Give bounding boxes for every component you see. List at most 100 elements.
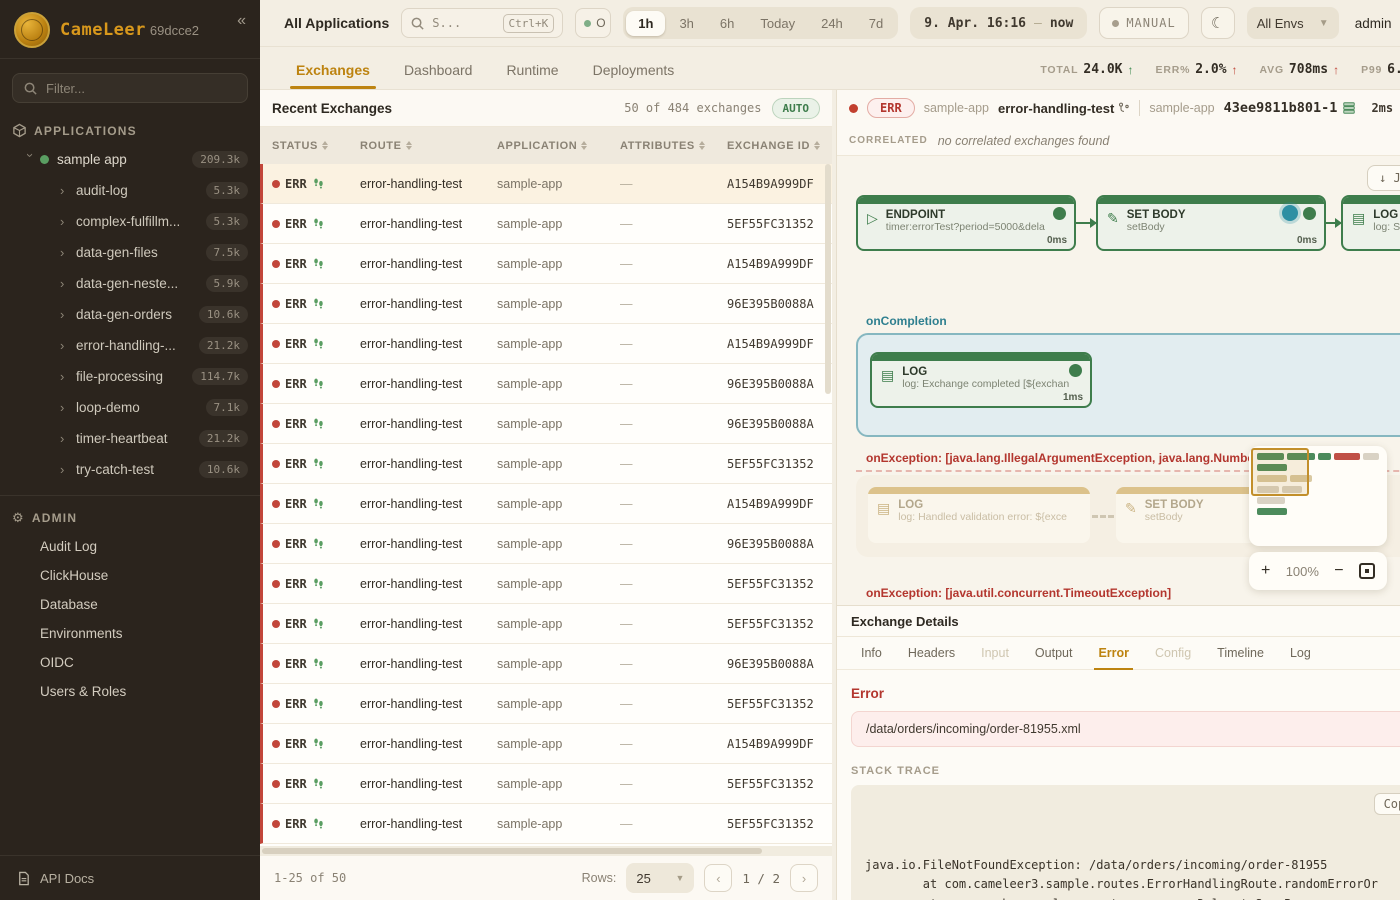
chevron-right-icon[interactable]: ›	[60, 338, 76, 353]
table-row[interactable]: ERR error-handling-test sample-app — 5EF…	[260, 444, 832, 484]
node-set-body[interactable]: ✎ SET BODY setBody 0ms	[1096, 195, 1326, 251]
filter-input[interactable]: Filter...	[12, 73, 248, 103]
chevron-right-icon[interactable]: ›	[60, 183, 76, 198]
exchange-id[interactable]: 43ee9811b801-1	[1224, 100, 1357, 116]
time-range-3h[interactable]: 3h	[667, 11, 705, 36]
manual-refresh-button[interactable]: MANUAL	[1099, 7, 1188, 39]
sidebar-item-route[interactable]: › file-processing 114.7k	[0, 361, 260, 392]
table-row[interactable]: ERR error-handling-test sample-app — 5EF…	[260, 764, 832, 804]
chevron-right-icon[interactable]: ›	[60, 369, 76, 384]
node-endpoint[interactable]: ▷ ENDPOINT timer:errorTest?period=5000&d…	[856, 195, 1076, 251]
chevron-right-icon[interactable]: ›	[60, 462, 76, 477]
fit-view-button[interactable]	[1359, 563, 1375, 579]
sidebar-item-route[interactable]: › complex-fulfillm... 5.3k	[0, 206, 260, 237]
sidebar-item-sample-app[interactable]: › sample app 209.3k	[0, 144, 260, 175]
table-row[interactable]: ERR error-handling-test sample-app — 5EF…	[260, 684, 832, 724]
details-tab-error[interactable]: Error	[1098, 637, 1129, 670]
sidebar-item-admin[interactable]: Audit Log	[0, 532, 260, 561]
sort-icon[interactable]	[814, 141, 820, 150]
sidebar-item-route[interactable]: › error-handling-... 21.2k	[0, 330, 260, 361]
node-completion-log[interactable]: ▤ LOG log: Exchange completed [${exchan …	[870, 352, 1092, 408]
sidebar-item-route[interactable]: › try-catch-test 10.6k	[0, 454, 260, 485]
node-breakpoint-dot[interactable]	[1282, 205, 1298, 221]
tab-deployments[interactable]: Deployments	[593, 62, 675, 89]
column-header[interactable]: APPLICATION	[497, 140, 620, 152]
sidebar-item-route[interactable]: › data-gen-neste... 5.9k	[0, 268, 260, 299]
next-page-button[interactable]: ›	[790, 864, 818, 892]
time-range-24h[interactable]: 24h	[809, 11, 855, 36]
sidebar-item-admin[interactable]: Environments	[0, 619, 260, 648]
sidebar-item-admin[interactable]: Users & Roles	[0, 677, 260, 706]
column-header[interactable]: STATUS	[272, 140, 360, 152]
stack-trace-block[interactable]: Copy java.io.FileNotFoundException: /dat…	[851, 785, 1400, 900]
date-range-pill[interactable]: 9. Apr. 16:16 – now	[910, 7, 1087, 39]
chevron-down-icon[interactable]: ›	[23, 153, 38, 169]
table-row[interactable]: ERR error-handling-test sample-app — A15…	[260, 724, 832, 764]
sort-icon[interactable]	[322, 141, 328, 150]
table-row[interactable]: ERR error-handling-test sample-app — 5EF…	[260, 564, 832, 604]
table-row[interactable]: ERR error-handling-test sample-app — 96E…	[260, 364, 832, 404]
online-status-pill[interactable]: O	[575, 8, 611, 38]
details-tab-log[interactable]: Log	[1290, 637, 1311, 670]
prev-page-button[interactable]: ‹	[704, 864, 732, 892]
sidebar-item-route[interactable]: › timer-heartbeat 21.2k	[0, 423, 260, 454]
search-input[interactable]: S... Ctrl+K	[401, 8, 563, 38]
details-tab-output[interactable]: Output	[1035, 637, 1073, 670]
sidebar-item-api-docs[interactable]: API Docs	[0, 856, 260, 900]
route-canvas[interactable]: ↓ JSON ▷ ENDPOINT timer:errorTest?period…	[837, 156, 1400, 605]
chevron-right-icon[interactable]: ›	[60, 276, 76, 291]
table-row[interactable]: ERR error-handling-test sample-app — 5EF…	[260, 204, 832, 244]
sidebar-item-route[interactable]: › audit-log 5.3k	[0, 175, 260, 206]
sidebar-item-route[interactable]: › data-gen-files 7.5k	[0, 237, 260, 268]
zoom-out-button[interactable]: −	[1334, 562, 1343, 580]
tab-exchanges[interactable]: Exchanges	[296, 62, 370, 89]
time-range-today[interactable]: Today	[748, 11, 807, 36]
table-row[interactable]: ERR error-handling-test sample-app — A15…	[260, 484, 832, 524]
time-range-7d[interactable]: 7d	[857, 11, 895, 36]
scrollbar-thumb[interactable]	[262, 848, 762, 854]
chevron-right-icon[interactable]: ›	[60, 400, 76, 415]
column-header[interactable]: ROUTE	[360, 140, 497, 152]
table-row[interactable]: ERR error-handling-test sample-app — 5EF…	[260, 804, 832, 844]
table-row[interactable]: ERR error-handling-test sample-app — A15…	[260, 244, 832, 284]
tab-dashboard[interactable]: Dashboard	[404, 62, 473, 89]
chevron-right-icon[interactable]: ›	[60, 431, 76, 446]
table-row[interactable]: ERR error-handling-test sample-app — 5EF…	[260, 604, 832, 644]
sidebar-item-route[interactable]: › data-gen-orders 10.6k	[0, 299, 260, 330]
table-row[interactable]: ERR error-handling-test sample-app — A15…	[260, 324, 832, 364]
sidebar-collapse-icon[interactable]: «	[237, 12, 246, 30]
node-exception-log[interactable]: ▤ LOG log: Handled validation error: ${e…	[868, 487, 1090, 543]
time-range-6h[interactable]: 6h	[708, 11, 746, 36]
table-horizontal-scrollbar[interactable]	[260, 846, 832, 856]
tab-runtime[interactable]: Runtime	[506, 62, 558, 89]
sidebar-item-admin[interactable]: ClickHouse	[0, 561, 260, 590]
details-tab-input[interactable]: Input	[981, 637, 1009, 670]
details-tab-headers[interactable]: Headers	[908, 637, 955, 670]
table-row[interactable]: ERR error-handling-test sample-app — 96E…	[260, 524, 832, 564]
time-range-1h[interactable]: 1h	[626, 11, 665, 36]
column-header[interactable]: ATTRIBUTES	[620, 140, 727, 152]
table-row[interactable]: ERR error-handling-test sample-app — 96E…	[260, 404, 832, 444]
chevron-right-icon[interactable]: ›	[60, 214, 76, 229]
column-header[interactable]: EXCHANGE ID	[727, 140, 832, 152]
auto-refresh-badge[interactable]: AUTO	[772, 98, 821, 119]
details-tab-config[interactable]: Config	[1155, 637, 1191, 670]
chevron-right-icon[interactable]: ›	[60, 245, 76, 260]
dark-mode-toggle[interactable]: ☾	[1201, 7, 1235, 39]
minimap[interactable]	[1249, 446, 1387, 546]
table-row[interactable]: ERR error-handling-test sample-app — 96E…	[260, 284, 832, 324]
sort-icon[interactable]	[581, 141, 587, 150]
table-row[interactable]: ERR error-handling-test sample-app — A15…	[260, 164, 832, 204]
environment-select[interactable]: All Envs ▼	[1247, 7, 1339, 39]
exchange-route[interactable]: error-handling-test	[998, 101, 1130, 116]
rows-per-page-select[interactable]: 25 ▼	[626, 863, 694, 893]
chevron-right-icon[interactable]: ›	[60, 307, 76, 322]
sort-icon[interactable]	[406, 141, 412, 150]
zoom-in-button[interactable]: +	[1261, 562, 1270, 580]
minimap-viewport[interactable]	[1251, 448, 1309, 496]
details-tab-timeline[interactable]: Timeline	[1217, 637, 1264, 670]
node-log[interactable]: ▤ LOG log: Sta	[1341, 195, 1400, 251]
details-tab-info[interactable]: Info	[861, 637, 882, 670]
table-row[interactable]: ERR error-handling-test sample-app — 96E…	[260, 644, 832, 684]
copy-button[interactable]: Copy	[1374, 793, 1400, 815]
